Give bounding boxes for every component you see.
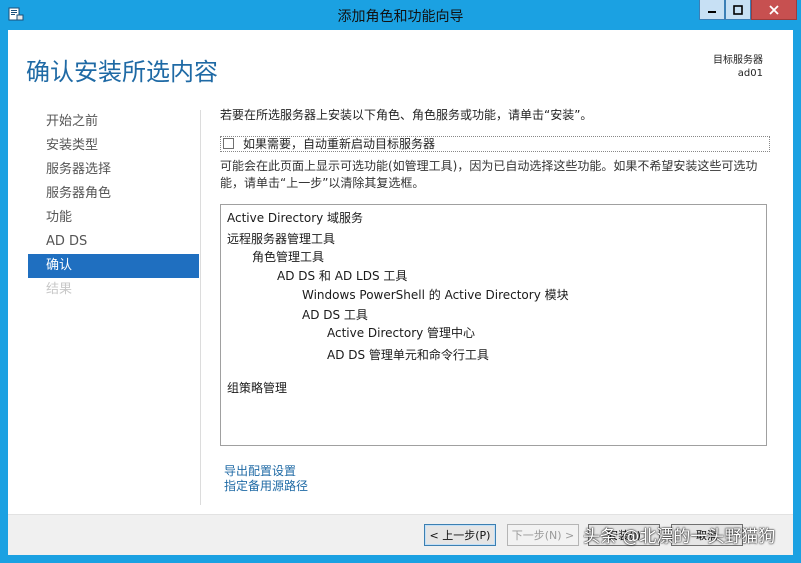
close-icon[interactable] bbox=[751, 0, 797, 20]
nav-divider bbox=[200, 110, 201, 505]
wizard-body: 确认安装所选内容 目标服务器 ad01 开始之前 安装类型 服务器选择 服务器角… bbox=[8, 30, 793, 555]
destination-label: 目标服务器 bbox=[713, 55, 763, 66]
window-title: 添加角色和功能向导 bbox=[337, 9, 464, 25]
nav-item-ad-ds[interactable]: AD DS bbox=[28, 230, 199, 254]
nav-item-confirmation[interactable]: 确认 bbox=[28, 254, 199, 278]
destination-server: 目标服务器 ad01 bbox=[713, 54, 763, 80]
export-config-link[interactable]: 导出配置设置 bbox=[224, 464, 308, 479]
alternate-source-link[interactable]: 指定备用源路径 bbox=[224, 479, 308, 494]
destination-server-name: ad01 bbox=[737, 68, 763, 79]
nav-item-server-selection[interactable]: 服务器选择 bbox=[28, 158, 199, 182]
next-button: 下一步(N) > bbox=[507, 524, 579, 546]
nav-item-results: 结果 bbox=[46, 282, 73, 297]
feature-item: 远程服务器管理工具 bbox=[227, 232, 336, 246]
feature-item: AD DS 管理单元和命令行工具 bbox=[327, 348, 489, 362]
restart-option[interactable]: 如果需要，自动重新启动目标服务器 bbox=[220, 136, 770, 152]
feature-item: 角色管理工具 bbox=[252, 250, 325, 264]
feature-item: 组策略管理 bbox=[227, 381, 288, 395]
nav-item-installation-type[interactable]: 安装类型 bbox=[28, 134, 199, 158]
maximize-icon[interactable] bbox=[725, 0, 751, 20]
previous-button[interactable]: < 上一步(P) bbox=[424, 524, 496, 546]
wizard-nav: 开始之前 安装类型 服务器选择 服务器角色 功能 AD DS 确认 结果 bbox=[28, 110, 199, 302]
minimize-icon[interactable] bbox=[699, 0, 725, 20]
page-title: 确认安装所选内容 bbox=[26, 58, 218, 86]
restart-checkbox[interactable] bbox=[223, 138, 234, 149]
nav-item-features[interactable]: 功能 bbox=[28, 206, 199, 230]
feature-item: Active Directory 管理中心 bbox=[327, 326, 476, 340]
nav-item-before-you-begin[interactable]: 开始之前 bbox=[28, 110, 199, 134]
feature-item: Windows PowerShell 的 Active Directory 模块 bbox=[302, 288, 569, 302]
watermark: 头条 @北漂的一头野猫狗 bbox=[583, 527, 776, 547]
restart-label[interactable]: 如果需要，自动重新启动目标服务器 bbox=[243, 137, 435, 151]
window-controls bbox=[699, 0, 797, 20]
feature-item: Active Directory 域服务 bbox=[227, 211, 364, 225]
feature-item: AD DS 和 AD LDS 工具 bbox=[277, 269, 408, 283]
instruction-text: 若要在所选服务器上安装以下角色、角色服务或功能，请单击“安装”。 bbox=[220, 108, 593, 122]
confirmation-content: 若要在所选服务器上安装以下角色、角色服务或功能，请单击“安装”。 如果需要，自动… bbox=[220, 106, 780, 493]
optional-features-note: 可能会在此页面上显示可选功能(如管理工具)，因为已自动选择这些功能。如果不希望安… bbox=[220, 159, 758, 190]
selected-features-list[interactable]: Active Directory 域服务 远程服务器管理工具 角色管理工具 AD… bbox=[220, 204, 767, 446]
config-links: 导出配置设置 指定备用源路径 bbox=[224, 464, 308, 494]
nav-item-server-roles[interactable]: 服务器角色 bbox=[28, 182, 199, 206]
feature-item: AD DS 工具 bbox=[302, 308, 368, 322]
title-bar[interactable]: 添加角色和功能向导 bbox=[0, 0, 801, 30]
